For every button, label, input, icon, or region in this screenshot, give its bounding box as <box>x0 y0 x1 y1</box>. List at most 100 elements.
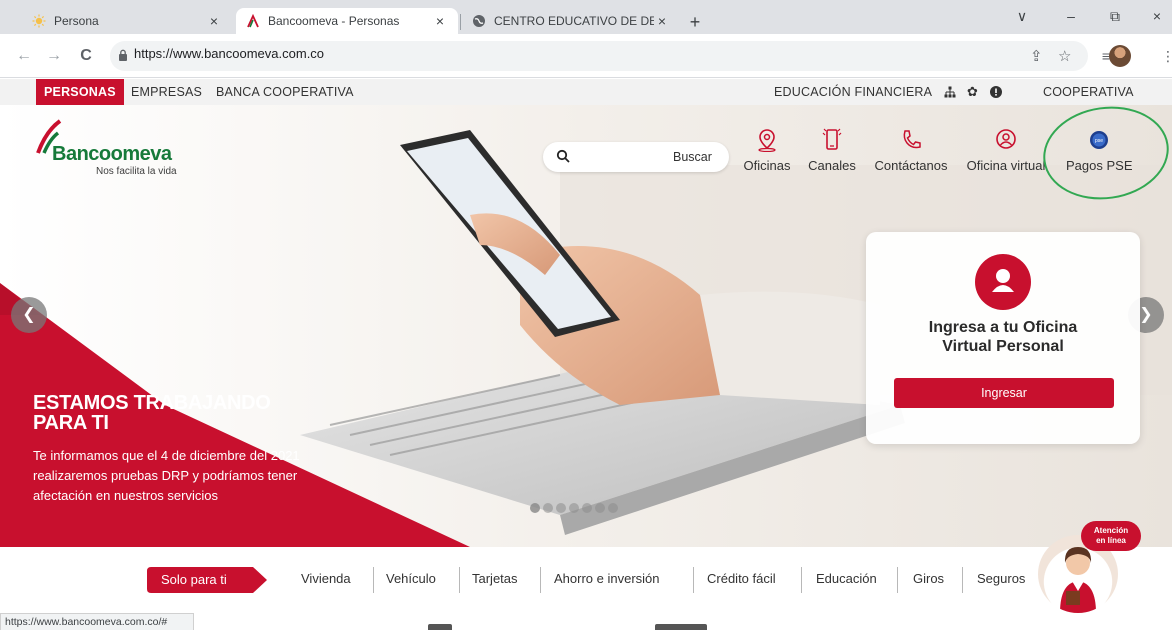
tab-bancoomeva[interactable]: Bancoomeva - Personas × <box>236 8 458 34</box>
new-tab-button[interactable]: + <box>683 12 707 32</box>
lock-icon <box>119 49 127 61</box>
divider <box>373 567 374 593</box>
share-icon[interactable]: ⇪ <box>1030 47 1043 65</box>
telephone-icon <box>903 130 921 149</box>
content-fragment <box>428 624 452 630</box>
category-seguros[interactable]: Seguros <box>977 571 1025 586</box>
quicklink-label: Oficina virtual <box>966 158 1046 173</box>
category-vivienda[interactable]: Vivienda <box>301 571 351 586</box>
bookmark-star-icon[interactable]: ☆ <box>1058 47 1071 65</box>
nav-educacion-financiera[interactable]: EDUCACIÓN FINANCIERA <box>774 79 932 105</box>
logo-tagline: Nos facilita la vida <box>96 166 177 177</box>
tab-separator <box>460 14 461 30</box>
atencion-en-linea-badge[interactable]: Atención en línea <box>1081 521 1141 551</box>
quicklink-canales[interactable]: Canales <box>805 128 859 183</box>
nav-cooperativa[interactable]: COOPERATIVA <box>1043 79 1134 105</box>
close-window-button[interactable]: × <box>1137 8 1172 24</box>
map-pin-icon <box>758 129 776 152</box>
nav-empresas[interactable]: EMPRESAS <box>131 79 202 105</box>
solo-para-ti-tag[interactable]: Solo para ti <box>147 567 267 593</box>
chat-badge-line: en línea <box>1096 536 1126 545</box>
info-icon[interactable] <box>990 79 1002 105</box>
promo-heading-line: PARA TI <box>33 412 109 434</box>
login-card-title: Ingresa a tu Oficina Virtual Personal <box>866 318 1140 356</box>
promo-body-line: realizaremos pruebas DRP y podríamos ten… <box>33 468 298 483</box>
carousel-prev-arrow-icon[interactable]: ❮ <box>11 297 47 333</box>
mobile-phone-icon <box>822 128 842 150</box>
site-search[interactable]: Buscar <box>543 142 729 172</box>
menu-kebab-icon[interactable]: ⋮ <box>1156 45 1172 67</box>
quicklink-label: Contáctanos <box>874 158 948 173</box>
tab-search-icon[interactable]: ∨ <box>1002 8 1042 25</box>
quicklink-contactanos[interactable]: Contáctanos <box>870 128 952 183</box>
carousel-dot[interactable] <box>569 503 579 513</box>
close-tab-icon[interactable]: × <box>206 13 222 29</box>
promo-body-line: afectación en nuestros servicios <box>33 488 218 503</box>
promo-heading: ESTAMOS TRABAJANDO PARA TI <box>33 393 271 433</box>
hero-banner: Bancoomeva Nos facilita la vida Buscar O… <box>0 105 1172 547</box>
site-top-nav: PERSONAS EMPRESAS BANCA COOPERATIVA EDUC… <box>0 79 1172 105</box>
quicklink-oficina-virtual[interactable]: Oficina virtual <box>963 128 1049 183</box>
tab-persona[interactable]: Persona × <box>22 8 232 34</box>
minimize-button[interactable]: – <box>1051 8 1091 24</box>
reload-button[interactable]: C <box>76 46 96 66</box>
chat-badge-line: Atención <box>1093 526 1129 535</box>
address-bar[interactable]: ⇪ ☆ <box>110 41 1088 71</box>
category-vehiculo[interactable]: Vehículo <box>386 571 436 586</box>
category-ahorro-inversion[interactable]: Ahorro e inversión <box>554 571 660 586</box>
carousel-dot[interactable] <box>543 503 553 513</box>
sitemap-icon[interactable] <box>944 79 956 105</box>
quicklink-label: Canales <box>808 158 856 173</box>
logo-wordmark[interactable]: Bancoomeva <box>52 143 172 166</box>
promo-body: Te informamos que el 4 de diciembre del … <box>33 446 353 506</box>
content-fragment <box>655 624 707 630</box>
tab-strip: Persona × Bancoomeva - Personas × CENTRO… <box>0 0 1172 34</box>
restore-button[interactable]: ⧉ <box>1095 8 1135 25</box>
carousel-dot[interactable] <box>595 503 605 513</box>
nav-personas[interactable]: PERSONAS <box>36 79 124 105</box>
search-icon <box>556 149 570 163</box>
nav-banca-cooperativa[interactable]: BANCA COOPERATIVA <box>216 79 354 105</box>
carousel-dot[interactable] <box>556 503 566 513</box>
close-tab-icon[interactable]: × <box>432 13 448 29</box>
back-button[interactable]: ← <box>14 46 34 66</box>
carousel-dots <box>530 503 618 513</box>
link-status-bar: https://www.bancoomeva.com.co/# <box>0 613 194 630</box>
tab-title: Persona <box>54 14 99 28</box>
url-input[interactable] <box>134 46 734 61</box>
divider <box>962 567 963 593</box>
browser-toolbar: ← → C ⇪ ☆ ≡ ⋮ <box>0 34 1172 78</box>
settings-gear-icon[interactable]: ✿ <box>967 79 978 105</box>
user-circle-icon <box>996 129 1016 149</box>
divider <box>897 567 898 593</box>
ingresar-button[interactable]: Ingresar <box>894 378 1114 408</box>
sun-favicon-icon <box>32 14 46 28</box>
bancoomeva-favicon-icon <box>246 14 260 28</box>
divider <box>693 567 694 593</box>
promo-body-line: Te informamos que el 4 de diciembre del … <box>33 448 300 463</box>
carousel-dot[interactable] <box>582 503 592 513</box>
login-title-line: Ingresa a tu Oficina <box>928 319 1078 336</box>
close-tab-icon[interactable]: × <box>654 13 670 29</box>
forward-button[interactable]: → <box>44 46 64 66</box>
quicklink-oficinas[interactable]: Oficinas <box>740 128 794 183</box>
divider <box>459 567 460 593</box>
category-credito-facil[interactable]: Crédito fácil <box>707 571 776 586</box>
category-giros[interactable]: Giros <box>913 571 944 586</box>
profile-avatar[interactable] <box>1109 45 1131 67</box>
category-tarjetas[interactable]: Tarjetas <box>472 571 518 586</box>
carousel-dot[interactable] <box>608 503 618 513</box>
user-avatar-icon <box>975 254 1031 310</box>
search-label: Buscar <box>673 150 712 164</box>
divider <box>540 567 541 593</box>
tab-centro-educativo[interactable]: CENTRO EDUCATIVO DE DESARR × <box>462 8 680 34</box>
globe-favicon-icon <box>472 14 486 28</box>
tab-title: Bancoomeva - Personas <box>268 14 400 28</box>
login-title-line: Virtual Personal <box>942 338 1064 355</box>
browser-window: Persona × Bancoomeva - Personas × CENTRO… <box>0 0 1172 630</box>
category-bar: Solo para ti Vivienda Vehículo Tarjetas … <box>0 547 1172 613</box>
quicklink-label: Oficinas <box>743 158 791 173</box>
promo-heading-line: ESTAMOS TRABAJANDO <box>33 392 271 414</box>
carousel-dot[interactable] <box>530 503 540 513</box>
category-educacion[interactable]: Educación <box>816 571 877 586</box>
